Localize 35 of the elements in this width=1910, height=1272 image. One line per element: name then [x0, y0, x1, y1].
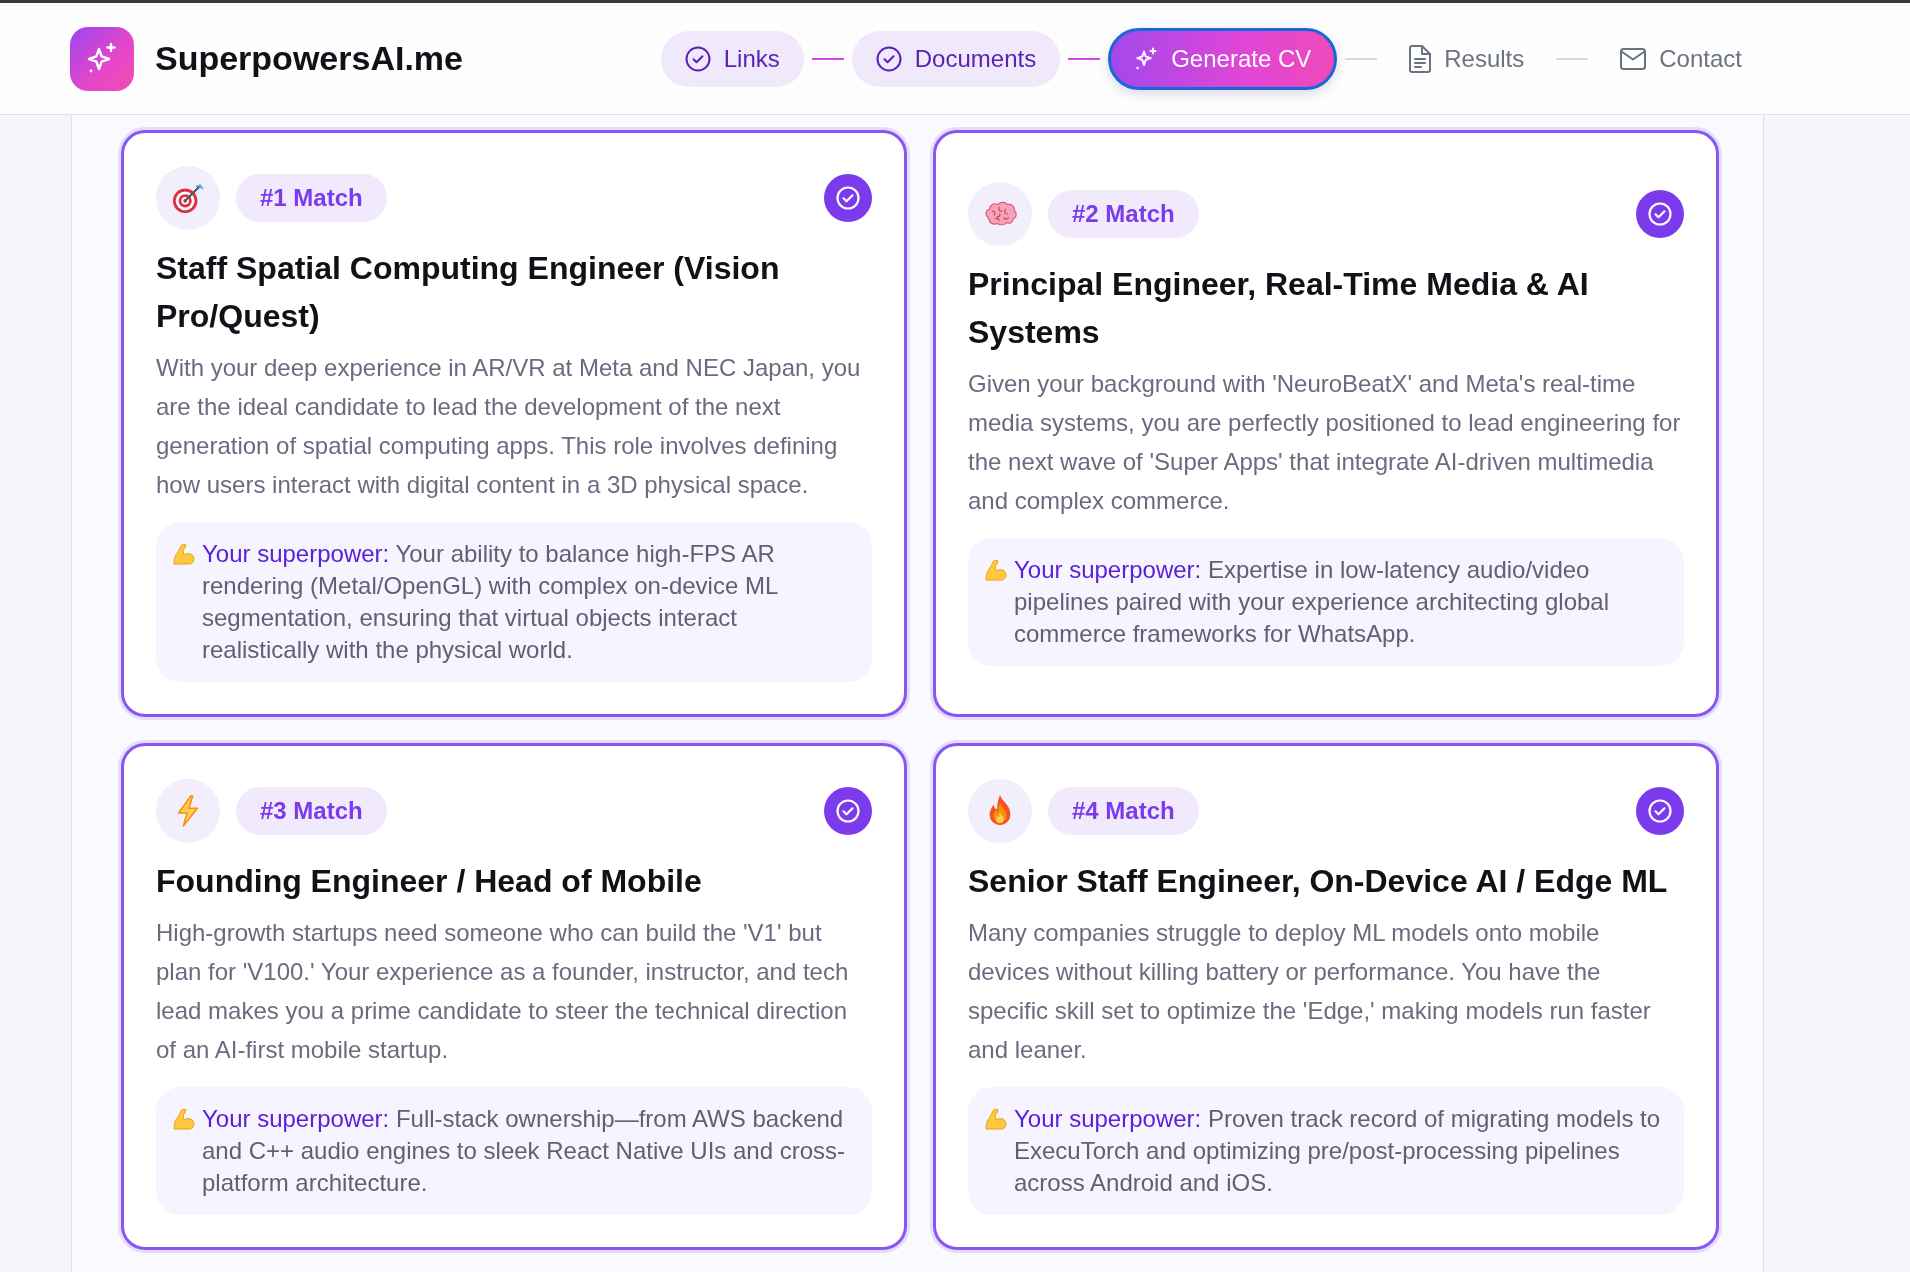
sparkle-logo-icon: [70, 26, 134, 91]
superpower-text: Your superpower: Full-stack ownership—from AWS backend and C++ audio engines to sleek React Native UIs and cross-platform architecture.: [202, 1104, 847, 1198]
check-circle-icon: [684, 45, 711, 72]
envelope-icon: [1620, 47, 1647, 70]
check-circle-icon[interactable]: [824, 787, 872, 835]
check-circle-icon: [875, 45, 902, 72]
job-title: Principal Engineer, Real-Time Media & AI Systems: [968, 265, 1590, 352]
superpower-text: Your superpower: Proven track record of migrating models to ExecuTorch and optimizing pre/post-processing pipelines across Android and iOS.: [1014, 1104, 1662, 1198]
match-badge: #4 Match: [1048, 787, 1199, 835]
step-button[interactable]: Contact: [1596, 30, 1766, 87]
document-icon: [1409, 44, 1432, 73]
step-button[interactable]: Generate CV: [1108, 27, 1338, 90]
superpower-text: Your superpower: Your ability to balance high-FPS AR rendering (Metal/OpenGL) with complex on-device ML segmentation, ensuring that virtual objects interact realistically with the physical world.: [202, 539, 779, 665]
match-badge: #3 Match: [236, 787, 387, 835]
flexed-arm-icon: [172, 1107, 196, 1131]
job-title: Senior Staff Engineer, On-Device AI / Edge ML: [968, 862, 1669, 901]
job-title: Staff Spatial Computing Engineer (Vision Pro/Quest): [156, 249, 781, 336]
flexed-arm-icon: [172, 542, 196, 566]
job-description: High-growth startups need someone who can build the 'V1' but plan for 'V100.' Your experience as a founder, instructor, and tech lead makes you a prime candidate to steer the technical direction of an AI-first mobile startup.: [156, 918, 850, 1065]
job-description: Given your background with 'NeuroBeatX' and Meta's real-time media systems, you are perfectly positioned to lead engineering for the next wave of 'Super Apps' that integrate AI-driven multimedia and complex commerce.: [968, 369, 1682, 516]
step-button[interactable]: Documents: [851, 30, 1061, 87]
check-circle-icon[interactable]: [1636, 190, 1684, 238]
job-description: Many companies struggle to deploy ML models onto mobile devices without killing battery or performance. You have the specific skill set to optimize the 'Edge,' making models run faster and leaner.: [968, 918, 1652, 1065]
sparkle-icon: [1134, 46, 1159, 71]
job-title: Founding Engineer / Head of Mobile: [156, 862, 703, 901]
check-circle-icon[interactable]: [1636, 787, 1684, 835]
superpower-text: Your superpower: Expertise in low-latency audio/video pipelines paired with your experience architecting global commerce frameworks for WhatsApp.: [1014, 555, 1611, 649]
match-badge: #1 Match: [236, 174, 387, 222]
match-badge: #2 Match: [1048, 190, 1199, 238]
flexed-arm-icon: [984, 1107, 1008, 1131]
job-description: With your deep experience in AR/VR at Meta and NEC Japan, you are the ideal candidate to lead the development of the next generation of spatial computing apps. This role involves defining how users interact with digital content in a 3D physical space.: [156, 353, 862, 500]
check-circle-icon[interactable]: [824, 174, 872, 222]
brand-name: SuperpowersAI.me: [155, 39, 463, 78]
flexed-arm-icon: [984, 558, 1008, 582]
step-button[interactable]: Results: [1385, 30, 1549, 87]
